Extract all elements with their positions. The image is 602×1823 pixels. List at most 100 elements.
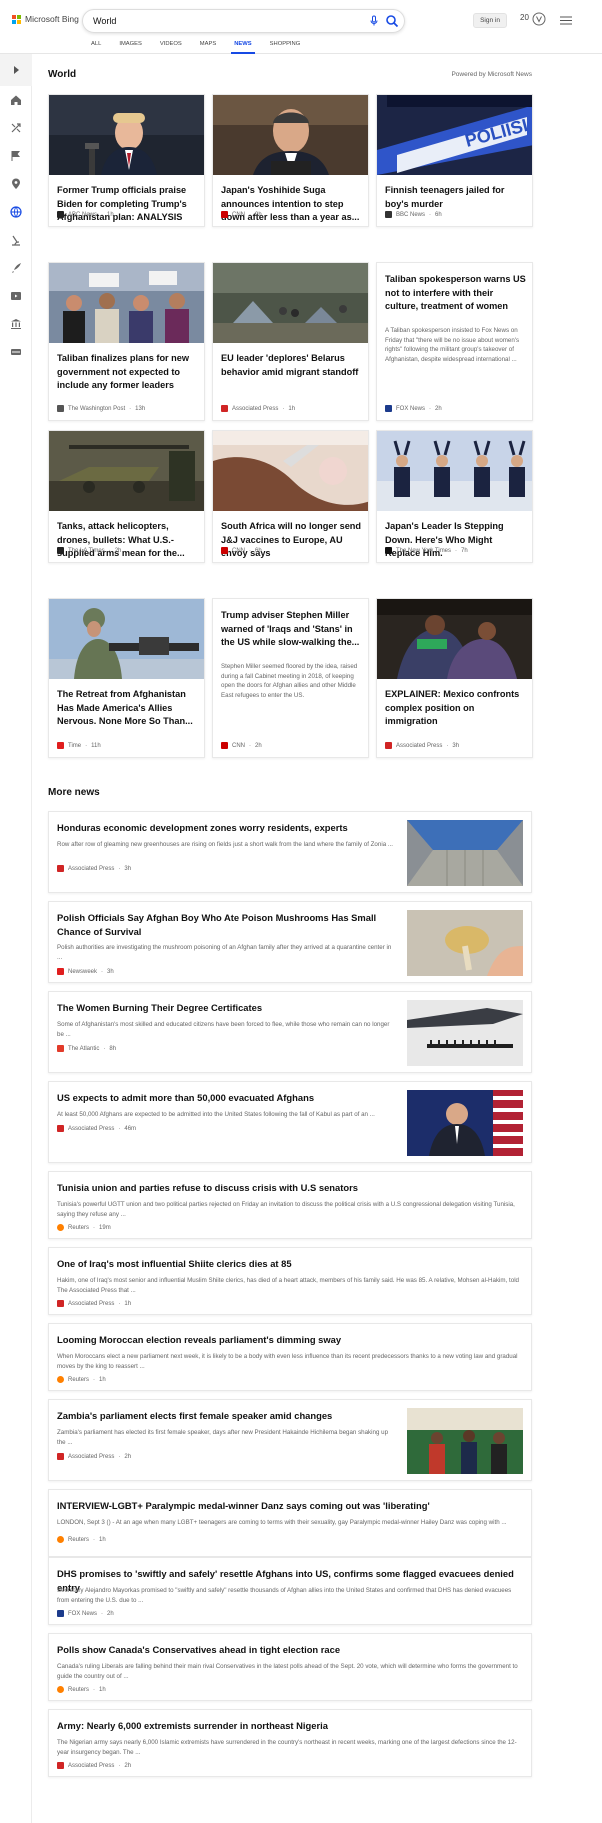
- search-icon[interactable]: [385, 14, 399, 28]
- tab-images[interactable]: IMAGES: [110, 40, 151, 54]
- card-title[interactable]: Tanks, attack helicopters, drones, bulle…: [57, 520, 198, 561]
- news-card[interactable]: South Africa will no longer send J&J vac…: [212, 430, 369, 563]
- card-source[interactable]: ABC News: [68, 212, 97, 218]
- news-source[interactable]: The Atlantic: [68, 1046, 99, 1052]
- government-icon[interactable]: [10, 318, 22, 330]
- microphone-icon[interactable]: [368, 15, 380, 27]
- entertainment-icon[interactable]: [10, 290, 22, 302]
- news-source[interactable]: Associated Press: [68, 1126, 114, 1132]
- news-list-item[interactable]: The Women Burning Their Degree Certifica…: [48, 991, 532, 1073]
- news-card[interactable]: POLIISI Finnish teenagers jailed for boy…: [376, 94, 533, 227]
- news-list-item[interactable]: Polls show Canada's Conservatives ahead …: [48, 1633, 532, 1701]
- card-title[interactable]: Japan's Yoshihide Suga announces intenti…: [221, 184, 362, 225]
- tab-maps[interactable]: MAPS: [191, 40, 225, 54]
- news-source[interactable]: Associated Press: [68, 866, 114, 872]
- card-image: [213, 263, 368, 343]
- news-list-item[interactable]: One of Iraq's most influential Shiite cl…: [48, 1247, 532, 1315]
- news-list-item[interactable]: Polish Officials Say Afghan Boy Who Ate …: [48, 901, 532, 983]
- news-source[interactable]: Associated Press: [68, 1763, 114, 1769]
- tab-videos[interactable]: VIDEOS: [151, 40, 191, 54]
- card-source[interactable]: Associated Press: [396, 743, 442, 749]
- news-title[interactable]: Army: Nearly 6,000 extremists surrender …: [57, 1719, 328, 1733]
- news-title[interactable]: Tunisia union and parties refuse to disc…: [57, 1181, 358, 1195]
- bing-logo[interactable]: Microsoft Bing: [12, 14, 79, 24]
- card-source[interactable]: CNN: [232, 743, 245, 749]
- news-card[interactable]: EXPLAINER: Mexico confronts complex posi…: [376, 598, 533, 758]
- news-list-item[interactable]: Looming Moroccan election reveals parlia…: [48, 1323, 532, 1391]
- search-input[interactable]: World: [93, 16, 116, 26]
- location-icon[interactable]: [10, 178, 22, 190]
- card-source[interactable]: The Washington Post: [68, 406, 125, 412]
- tab-all[interactable]: ALL: [82, 40, 110, 54]
- flag-icon[interactable]: [10, 150, 22, 162]
- card-title[interactable]: South Africa will no longer send J&J vac…: [221, 520, 362, 561]
- news-list-item[interactable]: US expects to admit more than 50,000 eva…: [48, 1081, 532, 1163]
- card-title[interactable]: EXPLAINER: Mexico confronts complex posi…: [385, 688, 526, 729]
- news-list-item[interactable]: Honduras economic development zones worr…: [48, 811, 532, 893]
- powered-by-label[interactable]: Powered by Microsoft News: [451, 71, 532, 78]
- news-card[interactable]: The Retreat from Afghanistan Has Made Am…: [48, 598, 205, 758]
- card-source[interactable]: FOX News: [396, 406, 425, 412]
- news-age: 3h: [107, 968, 114, 975]
- money-icon[interactable]: [10, 346, 22, 358]
- news-source[interactable]: FOX News: [68, 1611, 97, 1617]
- news-title[interactable]: Polish Officials Say Afghan Boy Who Ate …: [57, 911, 397, 938]
- news-title[interactable]: Zambia's parliament elects first female …: [57, 1409, 332, 1423]
- news-title[interactable]: The Women Burning Their Degree Certifica…: [57, 1001, 262, 1015]
- card-source[interactable]: CNN: [232, 212, 245, 218]
- news-source[interactable]: Reuters: [68, 1687, 89, 1693]
- card-title[interactable]: Finnish teenagers jailed for boy's murde…: [385, 184, 526, 211]
- news-card[interactable]: Japan's Yoshihide Suga announces intenti…: [212, 94, 369, 227]
- card-source[interactable]: BBC News: [396, 212, 425, 218]
- globe-icon[interactable]: [10, 206, 22, 218]
- sign-in-button[interactable]: Sign in: [473, 13, 507, 28]
- hamburger-menu-icon[interactable]: [560, 16, 572, 25]
- card-source[interactable]: Time: [68, 743, 81, 749]
- news-list-item[interactable]: DHS promises to 'swiftly and safely' res…: [48, 1557, 532, 1625]
- card-title[interactable]: Trump adviser Stephen Miller warned of '…: [221, 609, 362, 650]
- card-source[interactable]: The New York Times: [396, 548, 451, 554]
- card-title[interactable]: Former Trump officials praise Biden for …: [57, 184, 198, 225]
- news-source[interactable]: Reuters: [68, 1225, 89, 1231]
- news-title[interactable]: INTERVIEW-LGBT+ Paralympic medal-winner …: [57, 1499, 430, 1513]
- science-icon[interactable]: [10, 234, 22, 246]
- news-source[interactable]: Newsweek: [68, 969, 97, 975]
- news-list-item[interactable]: INTERVIEW-LGBT+ Paralympic medal-winner …: [48, 1489, 532, 1557]
- news-list-item[interactable]: Zambia's parliament elects first female …: [48, 1399, 532, 1481]
- home-icon[interactable]: [10, 94, 22, 106]
- rocket-icon[interactable]: [10, 262, 22, 274]
- card-source[interactable]: Associated Press: [232, 406, 278, 412]
- card-title[interactable]: Taliban spokesperson warns US not to int…: [385, 273, 526, 314]
- card-title[interactable]: EU leader 'deplores' Belarus behavior am…: [221, 352, 362, 379]
- card-source[interactable]: CNN: [232, 548, 245, 554]
- news-source[interactable]: Associated Press: [68, 1301, 114, 1307]
- news-card[interactable]: Taliban finalizes plans for new governme…: [48, 262, 205, 421]
- news-card[interactable]: Japan's Leader Is Stepping Down. Here's …: [376, 430, 533, 563]
- news-title[interactable]: One of Iraq's most influential Shiite cl…: [57, 1257, 292, 1271]
- news-card[interactable]: Trump adviser Stephen Miller warned of '…: [212, 598, 369, 758]
- card-source[interactable]: The LA Times: [68, 548, 105, 554]
- news-card[interactable]: Former Trump officials praise Biden for …: [48, 94, 205, 227]
- news-card[interactable]: Taliban spokesperson warns US not to int…: [376, 262, 533, 421]
- news-list-item[interactable]: Army: Nearly 6,000 extremists surrender …: [48, 1709, 532, 1777]
- card-title[interactable]: The Retreat from Afghanistan Has Made Am…: [57, 688, 198, 729]
- card-title[interactable]: Taliban finalizes plans for new governme…: [57, 352, 198, 393]
- tab-news[interactable]: NEWS: [225, 40, 260, 54]
- news-title[interactable]: Honduras economic development zones worr…: [57, 821, 348, 835]
- trending-icon[interactable]: [10, 122, 22, 134]
- sidebar-expand-button[interactable]: [0, 54, 32, 86]
- news-card[interactable]: EU leader 'deplores' Belarus behavior am…: [212, 262, 369, 421]
- news-source[interactable]: Reuters: [68, 1377, 89, 1383]
- tab-shopping[interactable]: SHOPPING: [261, 40, 310, 54]
- news-source[interactable]: Associated Press: [68, 1454, 114, 1460]
- news-source[interactable]: Reuters: [68, 1537, 89, 1543]
- news-list-item[interactable]: Tunisia union and parties refuse to disc…: [48, 1171, 532, 1239]
- rewards-medal-icon[interactable]: [532, 12, 546, 26]
- rewards-count[interactable]: 20: [520, 13, 529, 22]
- news-title[interactable]: Looming Moroccan election reveals parlia…: [57, 1333, 341, 1347]
- news-title[interactable]: Polls show Canada's Conservatives ahead …: [57, 1643, 340, 1657]
- news-card[interactable]: Tanks, attack helicopters, drones, bulle…: [48, 430, 205, 563]
- search-box[interactable]: World: [82, 9, 405, 33]
- card-title[interactable]: Japan's Leader Is Stepping Down. Here's …: [385, 520, 526, 561]
- news-title[interactable]: US expects to admit more than 50,000 eva…: [57, 1091, 314, 1105]
